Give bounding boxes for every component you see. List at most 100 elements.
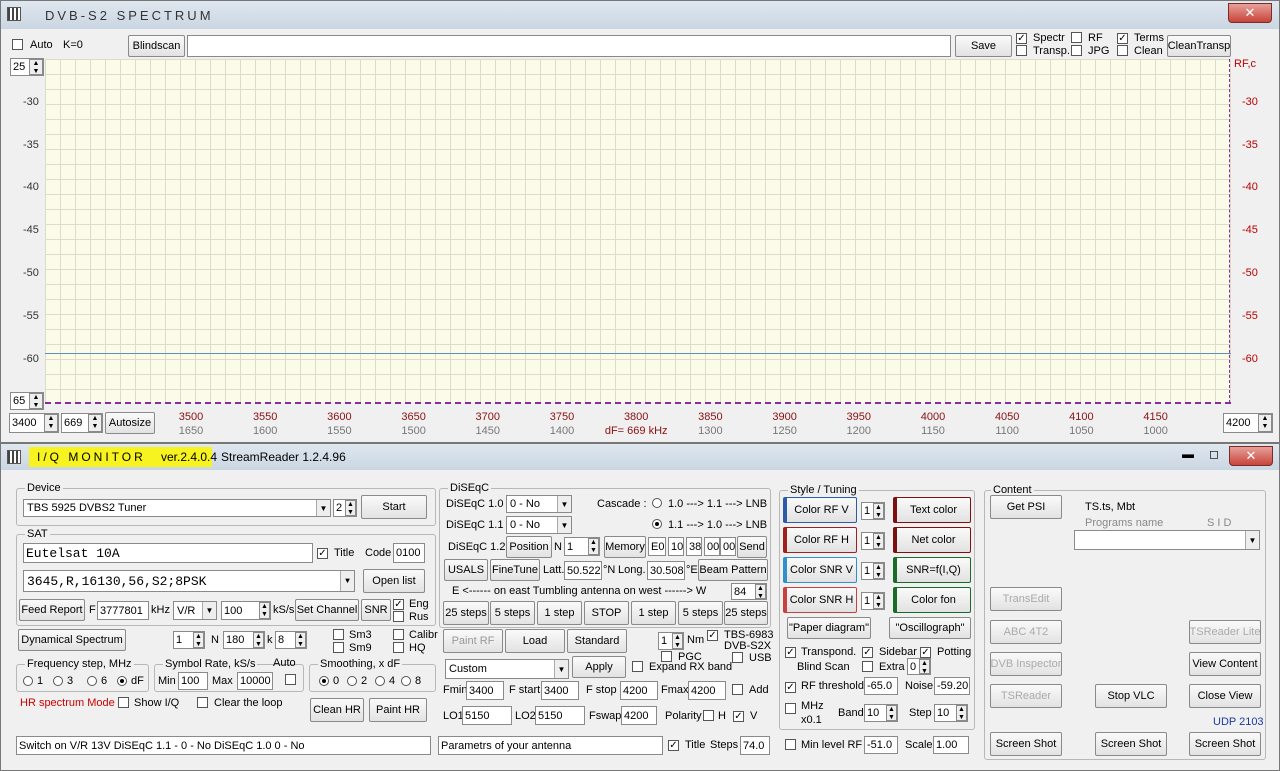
fstart-input[interactable]: 3400 (541, 681, 579, 700)
max-input[interactable]: 10000 (237, 672, 273, 690)
terms-checkbox[interactable]: ✓ (1117, 32, 1128, 44)
snr-f-button[interactable]: SNR=f(I,Q) (893, 557, 971, 583)
frequency-input[interactable]: 3777801 (97, 601, 149, 620)
sidebar-checkbox[interactable]: ✓ (862, 646, 873, 658)
fswap-input[interactable]: 4200 (621, 706, 657, 725)
diseqc11-select[interactable]: 0 - No ▼ (506, 516, 572, 534)
transponder-select[interactable]: 3645,R,16130,56,S2;8PSK ▼ (23, 570, 355, 592)
start-button[interactable]: Start (361, 495, 427, 519)
snrv-width[interactable]: 1 ▲ ▼ (861, 562, 885, 580)
end-freq-input[interactable]: 4200 ▲ ▼ (1223, 413, 1273, 433)
color-snr-h-button[interactable]: Color SNR H (783, 587, 857, 613)
blindscan-button[interactable]: Blindscan (128, 35, 185, 57)
color-rf-h-button[interactable]: Color RF H (783, 527, 857, 553)
rfv-width[interactable]: 1 ▲ ▼ (861, 502, 885, 520)
sm3-checkbox[interactable] (333, 629, 344, 643)
abc4t2-button[interactable]: ABC 4T2 (990, 620, 1062, 644)
step-3-radio[interactable] (53, 676, 63, 689)
transpond-checkbox[interactable]: ✓ (785, 646, 796, 658)
cleantransp-button[interactable]: CleanTransp (1167, 35, 1231, 57)
n-input[interactable]: 180 ▲ ▼ (223, 631, 265, 649)
feed-report-button[interactable]: Feed Report (19, 599, 85, 621)
screenshot-button-3[interactable]: Screen Shot (1189, 732, 1261, 756)
step-df-radio[interactable] (117, 676, 127, 689)
usals-button[interactable]: USALS (444, 559, 488, 581)
custom-select[interactable]: Custom ▼ (445, 659, 569, 679)
rf-threshold-checkbox[interactable]: ✓ (785, 681, 796, 693)
expand-checkbox[interactable] (632, 661, 643, 675)
smooth-4-radio[interactable] (375, 676, 385, 689)
step-input[interactable]: 10 ▲ ▼ (934, 704, 968, 722)
autosize-button[interactable]: Autosize (105, 412, 155, 434)
maximize-icon[interactable]: ◻ (1203, 447, 1225, 465)
view-content-button[interactable]: View Content (1189, 652, 1261, 676)
clearloop-checkbox[interactable] (197, 697, 208, 711)
color-fon-button[interactable]: Color fon (893, 587, 971, 613)
dvb-inspector-button[interactable]: DVB Inspector (990, 652, 1062, 676)
symrate-auto-checkbox[interactable] (285, 674, 296, 688)
color-snr-v-button[interactable]: Color SNR V (783, 557, 857, 583)
save-button[interactable]: Save (955, 35, 1012, 57)
steps-input[interactable]: 74.0 (740, 736, 770, 755)
diseqc10-select[interactable]: 0 - No ▼ (506, 495, 572, 513)
code-input[interactable]: 0100 (393, 543, 425, 563)
h-checkbox[interactable] (703, 710, 714, 724)
west-1-button[interactable]: 1 step (631, 601, 676, 625)
latt-input[interactable]: 50.522 (564, 561, 602, 580)
lo2-input[interactable]: 5150 (535, 706, 585, 725)
east-1-button[interactable]: 1 step (537, 601, 582, 625)
screenshot-button-2[interactable]: Screen Shot (1095, 732, 1167, 756)
fmax-input[interactable]: 4200 (688, 681, 726, 700)
minlevel-checkbox[interactable] (785, 739, 796, 753)
cmd-00b[interactable]: 00 (720, 537, 736, 556)
cmd-10[interactable]: 10 (668, 537, 684, 556)
usb-checkbox[interactable] (732, 652, 743, 666)
span-input[interactable]: 669 ▲ ▼ (61, 413, 103, 433)
symbolrate-input[interactable]: 100 ▲ ▼ (221, 601, 271, 620)
load-button[interactable]: Load (505, 629, 565, 653)
snrh-width[interactable]: 1 ▲ ▼ (861, 592, 885, 610)
paint-rf-button[interactable]: Paint RF (443, 629, 503, 653)
k-input[interactable]: 8 ▲ ▼ (275, 631, 307, 649)
smooth-0-radio[interactable] (319, 676, 329, 689)
transedit-button[interactable]: TransEdit (990, 587, 1062, 611)
tsreader-lite-button[interactable]: TSReader Lite (1189, 620, 1261, 644)
rf-checkbox[interactable] (1071, 32, 1082, 46)
close-icon[interactable]: ✕ (1228, 3, 1272, 23)
spectr-checkbox[interactable]: ✓ (1016, 32, 1027, 44)
sm9-checkbox[interactable] (333, 642, 344, 656)
start-freq-input[interactable]: 3400 ▲ ▼ (9, 413, 59, 433)
add-checkbox[interactable] (732, 684, 743, 698)
blindscan-input[interactable] (187, 35, 951, 57)
minimize-icon[interactable]: ▬ (1177, 447, 1199, 465)
west-25-button[interactable]: 25 steps (724, 601, 768, 625)
dynamical-spectrum-button[interactable]: Dynamical Spectrum (18, 629, 126, 651)
stop-vlc-button[interactable]: Stop VLC (1095, 684, 1167, 708)
scale-input[interactable]: 1.00 (933, 736, 969, 754)
dyn-value-input[interactable]: 1 ▲ ▼ (173, 631, 205, 649)
w-input[interactable]: 84 ▲ ▼ (731, 583, 767, 600)
snr-button[interactable]: SNR (361, 599, 391, 621)
stop-button[interactable]: STOP (584, 601, 629, 625)
sat-name-input[interactable]: Eutelsat 10A (23, 543, 313, 563)
memory-button[interactable]: Memory (604, 536, 646, 558)
tsreader-button[interactable]: TSReader (990, 684, 1062, 708)
v-checkbox[interactable]: ✓ (733, 710, 744, 722)
noise-input[interactable]: -59.20 (934, 677, 970, 695)
band-input[interactable]: 10 ▲ ▼ (864, 704, 898, 722)
params-title-checkbox[interactable]: ✓ (668, 739, 679, 751)
spectrum-titlebar[interactable]: DVB-S2 SPECTRUM ✕ (1, 1, 1279, 29)
rf-threshold-input[interactable]: -65.0 (864, 677, 898, 695)
top-value-input[interactable]: 25 ▲ ▼ (10, 58, 44, 76)
step-1-radio[interactable] (23, 676, 33, 689)
text-color-button[interactable]: Text color (893, 497, 971, 523)
cascade-2-radio[interactable] (652, 519, 662, 532)
calibr-checkbox[interactable] (393, 629, 404, 643)
nm-input[interactable]: 1 ▲ ▼ (658, 632, 684, 650)
hq-checkbox[interactable] (393, 642, 404, 656)
get-psi-button[interactable]: Get PSI (990, 495, 1062, 519)
oscillograph-button[interactable]: "Oscillograph" (889, 617, 971, 639)
bottom-value-input[interactable]: 65 ▲ ▼ (10, 392, 44, 410)
close-view-button[interactable]: Close View (1189, 684, 1261, 708)
apply-button[interactable]: Apply (572, 656, 626, 678)
